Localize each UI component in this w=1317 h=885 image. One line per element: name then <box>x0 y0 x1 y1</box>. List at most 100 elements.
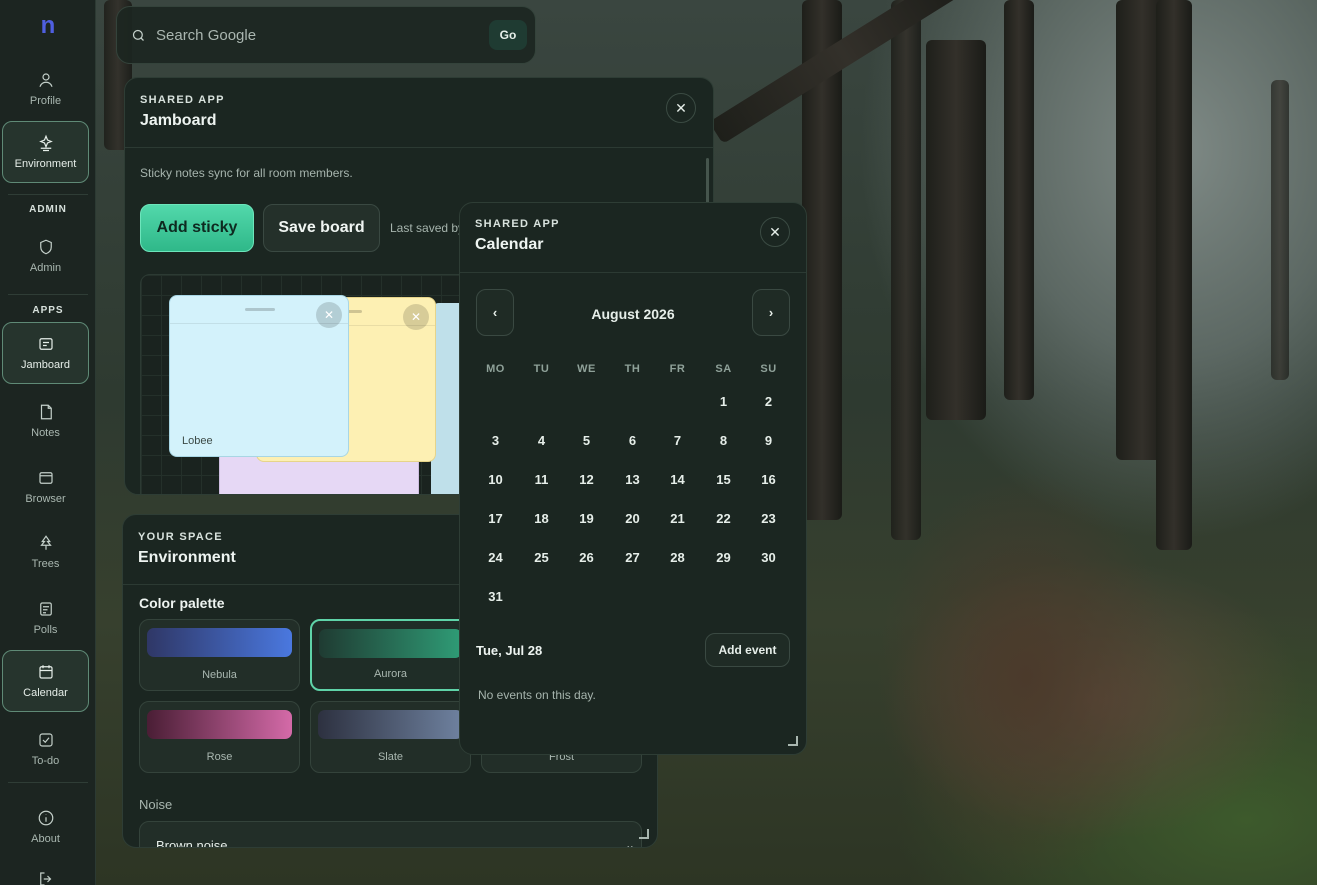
sidebar-item-admin[interactable]: Admin <box>2 225 89 287</box>
sidebar-item-todo[interactable]: To-do <box>2 718 89 780</box>
weekday-header: TH <box>624 363 641 375</box>
weekday-header: SU <box>760 363 777 375</box>
chevron-down-icon: ⌄ <box>624 838 635 848</box>
calendar-day[interactable]: 19 <box>564 511 609 526</box>
calendar-day[interactable]: 15 <box>701 472 746 487</box>
sidebar-item-label: Profile <box>29 95 62 107</box>
calendar-day[interactable]: 12 <box>564 472 609 487</box>
user-icon <box>38 73 53 87</box>
calendar-day[interactable]: 22 <box>701 511 746 526</box>
nav-divider <box>8 294 88 295</box>
noise-value: Brown noise <box>156 838 228 848</box>
calendar-day[interactable]: 2 <box>746 394 791 409</box>
calendar-day[interactable]: 20 <box>610 511 655 526</box>
sidebar-item-trees[interactable]: Trees <box>2 521 89 583</box>
calendar-day[interactable]: 11 <box>519 472 564 487</box>
calendar-day[interactable]: 27 <box>610 550 655 565</box>
calendar-day[interactable]: 17 <box>473 511 518 526</box>
palette-gradient <box>147 710 292 739</box>
calendar-day[interactable]: 26 <box>564 550 609 565</box>
calendar-day[interactable]: 25 <box>519 550 564 565</box>
search-input[interactable] <box>156 26 489 44</box>
sticky-author: Lobee <box>182 435 213 447</box>
palette-swatch-slate[interactable]: Slate <box>310 701 471 773</box>
calendar-day[interactable]: 3 <box>473 433 518 448</box>
calendar-icon <box>38 665 53 679</box>
palette-name: Slate <box>377 751 404 763</box>
calendar-day[interactable]: 14 <box>655 472 700 487</box>
nav-divider <box>8 782 88 783</box>
palette-gradient <box>319 629 462 658</box>
nav-section-admin: ADMIN <box>29 204 67 215</box>
calendar-day[interactable]: 8 <box>701 433 746 448</box>
close-button[interactable]: ✕ <box>760 217 790 247</box>
sidebar-item-polls[interactable]: Polls <box>2 587 89 649</box>
calendar-day[interactable]: 31 <box>473 589 518 604</box>
sidebar-item-label: Polls <box>33 624 58 636</box>
close-icon[interactable]: ✕ <box>316 302 342 328</box>
sidebar-item-jamboard[interactable]: Jamboard <box>2 322 89 384</box>
resize-handle[interactable] <box>639 829 649 839</box>
poll-icon <box>39 602 52 616</box>
browser-icon <box>38 472 53 484</box>
palette-swatch-aurora[interactable]: Aurora <box>310 619 471 691</box>
palette-swatch-nebula[interactable]: Nebula <box>139 619 300 691</box>
calendar-day[interactable]: 7 <box>655 433 700 448</box>
calendar-day[interactable]: 1 <box>701 394 746 409</box>
shield-icon <box>39 239 52 255</box>
close-button[interactable]: ✕ <box>666 93 696 123</box>
palette-gradient <box>318 710 463 739</box>
palette-swatch-rose[interactable]: Rose <box>139 701 300 773</box>
calendar-day[interactable]: 4 <box>519 433 564 448</box>
calendar-day[interactable]: 29 <box>701 550 746 565</box>
calendar-day[interactable]: 16 <box>746 472 791 487</box>
weekday-header: WE <box>577 363 596 375</box>
noise-select[interactable]: Brown noise ⌄ <box>139 821 642 848</box>
logout-icon[interactable] <box>37 870 55 885</box>
calendar-day[interactable]: 28 <box>655 550 700 565</box>
calendar-day[interactable]: 10 <box>473 472 518 487</box>
weekday-header: TU <box>533 363 550 375</box>
save-board-button[interactable]: Save board <box>263 204 380 252</box>
calendar-day[interactable]: 5 <box>564 433 609 448</box>
selected-date: Tue, Jul 28 <box>476 643 543 658</box>
calendar-day[interactable]: 13 <box>610 472 655 487</box>
calendar-panel: SHARED APP Calendar ✕ ‹ August 2026 › MO… <box>459 202 807 755</box>
sticky-note[interactable]: ✕ Lobee <box>169 295 349 457</box>
search-go-button[interactable]: Go <box>489 20 527 50</box>
weekday-header: FR <box>669 363 686 375</box>
sidebar-item-label: About <box>31 833 60 845</box>
palette-name: Nebula <box>202 669 237 681</box>
calendar-day[interactable]: 9 <box>746 433 791 448</box>
sparkle-lamp-icon <box>38 134 53 152</box>
sidebar-item-label: Jamboard <box>21 359 70 371</box>
sidebar-item-browser[interactable]: Browser <box>2 456 89 518</box>
calendar-day[interactable]: 30 <box>746 550 791 565</box>
sidebar-item-label: Browser <box>25 493 66 505</box>
sidebar-item-profile[interactable]: Profile <box>2 58 89 120</box>
note-icon <box>40 404 52 420</box>
info-icon <box>38 810 53 826</box>
sidebar-item-environment[interactable]: Environment <box>2 121 89 183</box>
noise-label: Noise <box>139 797 173 812</box>
weekday-header: MO <box>486 363 505 375</box>
sidebar-item-calendar[interactable]: Calendar <box>2 650 89 712</box>
panel-kicker: SHARED APP <box>140 94 225 106</box>
next-month-button[interactable]: › <box>752 289 790 336</box>
calendar-day[interactable]: 21 <box>655 511 700 526</box>
sidebar-item-label: Calendar <box>23 687 68 699</box>
sidebar-item-notes[interactable]: Notes <box>2 390 89 452</box>
calendar-day[interactable]: 18 <box>519 511 564 526</box>
close-icon: ✕ <box>675 99 687 116</box>
app-logo[interactable]: n <box>0 12 96 40</box>
calendar-day[interactable]: 24 <box>473 550 518 565</box>
add-sticky-button[interactable]: Add sticky <box>140 204 254 252</box>
close-icon[interactable]: ✕ <box>403 304 429 330</box>
resize-handle[interactable] <box>788 736 798 746</box>
palette-title: Color palette <box>139 595 225 611</box>
calendar-day[interactable]: 6 <box>610 433 655 448</box>
calendar-day[interactable]: 23 <box>746 511 791 526</box>
panel-title: Calendar <box>475 236 544 253</box>
add-event-button[interactable]: Add event <box>705 633 790 667</box>
sidebar-item-about[interactable]: About <box>2 796 89 858</box>
